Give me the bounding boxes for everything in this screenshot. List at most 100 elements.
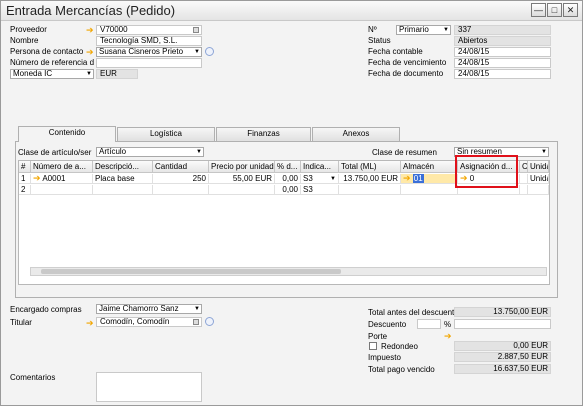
moneda-select-label: Moneda IC xyxy=(13,69,53,78)
descuento-pct-symbol: % xyxy=(444,320,452,329)
table-cell-c[interactable] xyxy=(520,185,528,195)
table-cell-descripcion[interactable] xyxy=(93,185,153,195)
referencia-field[interactable] xyxy=(96,58,202,68)
tab-anexos[interactable]: Anexos xyxy=(312,127,400,141)
status-label: Status xyxy=(368,36,391,45)
total-pago-field: 16.637,50 EUR xyxy=(454,364,551,374)
comentarios-textarea[interactable] xyxy=(96,372,202,402)
table-cell-precio[interactable] xyxy=(209,185,275,195)
link-arrow-icon[interactable]: ➔ xyxy=(86,48,94,57)
close-button[interactable]: ✕ xyxy=(563,3,578,17)
minimize-button[interactable]: — xyxy=(531,3,546,17)
impuesto-field: 2.887,50 EUR xyxy=(454,352,551,362)
clase-articulo-select[interactable]: Artículo ▼ xyxy=(96,147,204,157)
row-number: 2 xyxy=(19,185,31,195)
descuento-label: Descuento xyxy=(368,320,407,329)
column-header[interactable]: C xyxy=(520,161,528,173)
total-antes-field: 13.750,00 EUR xyxy=(454,307,551,317)
nombre-field[interactable]: Tecnología SMD, S.L. xyxy=(96,36,202,46)
tab-contenido[interactable]: Contenido xyxy=(18,126,116,142)
descuento-amount-field[interactable] xyxy=(454,319,551,329)
porte-label: Porte xyxy=(368,332,388,341)
link-arrow-icon[interactable]: ➔ xyxy=(403,174,411,183)
redondeo-checkbox[interactable] xyxy=(369,342,377,350)
fecha-documento-label: Fecha de documento xyxy=(368,69,444,78)
table-cell-almacen[interactable] xyxy=(401,185,458,195)
table-cell-cantidad[interactable] xyxy=(153,185,209,195)
table-cell-indicador[interactable]: S3 xyxy=(301,185,339,195)
column-header[interactable]: Almacén xyxy=(401,161,458,173)
chevron-down-icon: ▼ xyxy=(194,306,200,312)
chevron-down-icon: ▼ xyxy=(541,149,547,155)
moneda-field: EUR xyxy=(96,69,138,79)
referencia-label: Número de referencia d xyxy=(10,58,95,67)
scrollbar-thumb[interactable] xyxy=(41,269,341,274)
table-cell-total[interactable] xyxy=(339,185,401,195)
encargado-select[interactable]: Jaime Chamorro Sanz ▼ xyxy=(96,304,202,314)
column-header[interactable]: Cantidad xyxy=(153,161,209,173)
chevron-down-icon: ▼ xyxy=(196,149,202,155)
column-header[interactable]: Precio por unidad xyxy=(209,161,275,173)
column-header[interactable]: Indica... xyxy=(301,161,339,173)
comentarios-label: Comentarios xyxy=(10,373,56,382)
contacto-value: Susana Cisneros Prieto xyxy=(99,47,184,56)
list-icon[interactable] xyxy=(193,319,199,325)
serie-select[interactable]: Primario ▼ xyxy=(396,25,451,35)
total-pago-label: Total pago vencido xyxy=(368,365,435,374)
table-cell-unidad[interactable] xyxy=(528,185,549,195)
proveedor-field[interactable]: V70000 xyxy=(96,25,202,35)
clase-articulo-label: Clase de artículo/ser xyxy=(18,148,92,157)
clase-resumen-label: Clase de resumen xyxy=(372,148,437,157)
articulo-text: A0001 xyxy=(42,174,66,183)
tab-logistica[interactable]: Logística xyxy=(117,127,215,141)
table-cell-articulo[interactable] xyxy=(31,185,93,195)
table-cell-unidad[interactable]: Unida xyxy=(528,174,549,184)
titular-label: Titular xyxy=(10,318,32,327)
column-header[interactable]: % d... xyxy=(275,161,301,173)
serie-value: Primario xyxy=(399,25,429,34)
column-header[interactable]: Número de a... xyxy=(31,161,93,173)
link-arrow-icon[interactable]: ➔ xyxy=(86,319,94,328)
column-header[interactable]: Total (ML) xyxy=(339,161,401,173)
fecha-documento-field[interactable]: 24/08/15 xyxy=(454,69,551,79)
link-arrow-icon[interactable]: ➔ xyxy=(444,332,452,341)
redondeo-label: Redondeo xyxy=(381,342,418,351)
contacto-select[interactable]: Susana Cisneros Prieto ▼ xyxy=(96,47,202,57)
status-field: Abiertos xyxy=(454,36,551,46)
chevron-down-icon: ▼ xyxy=(443,27,449,33)
table-cell-descripcion[interactable]: Placa base xyxy=(93,174,153,184)
table-cell-cantidad[interactable]: 250 xyxy=(153,174,209,184)
column-header[interactable]: Descripció... xyxy=(93,161,153,173)
table-cell-articulo[interactable]: ➔ A0001 xyxy=(31,174,93,184)
link-arrow-icon[interactable]: ➔ xyxy=(33,174,41,183)
titular-field[interactable]: Comodín, Comodín xyxy=(96,317,202,327)
numero-field: 337 xyxy=(454,25,551,35)
horizontal-scrollbar[interactable] xyxy=(30,267,547,276)
descuento-pct-field[interactable] xyxy=(417,319,441,329)
numero-label: Nº xyxy=(368,25,377,34)
table-cell-total[interactable]: 13.750,00 EUR xyxy=(339,174,401,184)
column-header[interactable]: # xyxy=(19,161,31,173)
info-icon[interactable] xyxy=(205,317,214,326)
info-icon[interactable] xyxy=(205,47,214,56)
list-icon[interactable] xyxy=(193,27,199,33)
link-arrow-icon[interactable]: ➔ xyxy=(86,26,94,35)
column-header[interactable]: Unida xyxy=(528,161,549,173)
maximize-button[interactable]: □ xyxy=(547,3,562,17)
table-cell-c[interactable] xyxy=(520,174,528,184)
fecha-contable-label: Fecha contable xyxy=(368,47,423,56)
tab-finanzas[interactable]: Finanzas xyxy=(216,127,311,141)
table-cell-indicador[interactable]: S3 ▼ xyxy=(301,174,339,184)
table-cell-descuento[interactable]: 0,00 xyxy=(275,174,301,184)
table-cell-precio[interactable]: 55,00 EUR xyxy=(209,174,275,184)
fecha-vencimiento-label: Fecha de vencimiento xyxy=(368,58,447,67)
fecha-vencimiento-field[interactable]: 24/08/15 xyxy=(454,58,551,68)
chevron-down-icon: ▼ xyxy=(194,49,200,55)
encargado-label: Encargado compras xyxy=(10,305,82,314)
window-title: Entrada Mercancías (Pedido) xyxy=(6,3,176,18)
fecha-contable-field[interactable]: 24/08/15 xyxy=(454,47,551,57)
proveedor-label: Proveedor xyxy=(10,25,47,34)
moneda-select[interactable]: Moneda IC ▼ xyxy=(10,69,94,79)
table-cell-descuento[interactable]: 0,00 xyxy=(275,185,301,195)
table-cell-almacen[interactable]: ➔ 01 xyxy=(401,174,458,184)
